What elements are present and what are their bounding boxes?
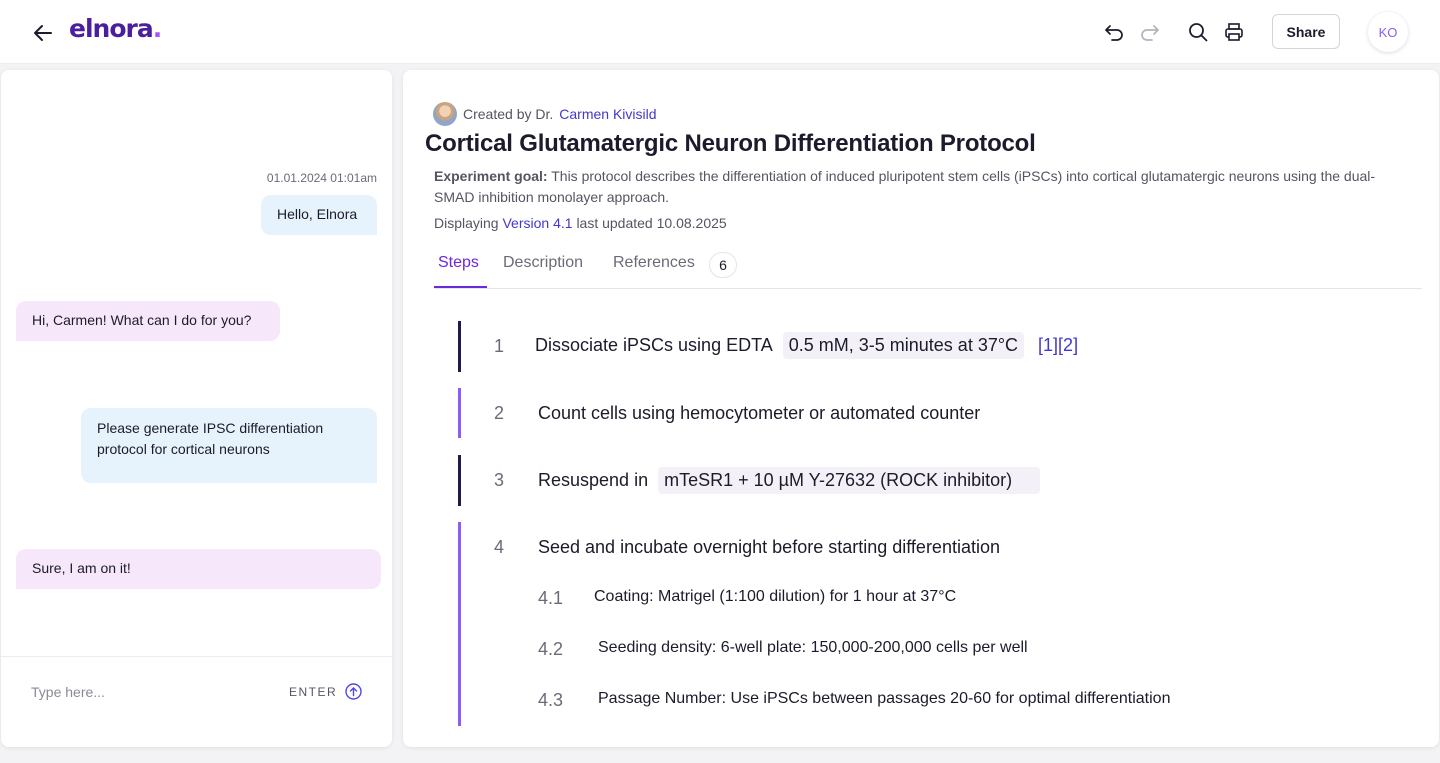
experiment-goal: Experiment goal: This protocol describes…	[434, 166, 1414, 208]
undo-icon[interactable]	[1103, 21, 1125, 43]
enter-label: ENTER	[289, 684, 338, 699]
assistant-message: Sure, I am on it!	[16, 549, 381, 589]
goal-label: Experiment goal:	[434, 168, 548, 184]
version-link[interactable]: Version 4.1	[502, 215, 572, 231]
step-number: 1	[494, 336, 505, 356]
version-info: Displaying Version 4.1 last updated 10.0…	[434, 215, 727, 231]
substep-number: 4.3	[538, 690, 564, 710]
step-bar	[458, 455, 461, 506]
protocol-panel: Created by Dr. Carmen Kivisild Cortical …	[403, 70, 1439, 747]
user-message: Please generate IPSC differentiation pro…	[81, 408, 377, 483]
step-text: Dissociate iPSCs using EDTA	[535, 335, 773, 355]
step-bar	[458, 321, 461, 372]
chat-panel: 01.01.2024 01:01am Hello, Elnora Hi, Car…	[1, 70, 392, 747]
author-link[interactable]: Carmen Kivisild	[559, 106, 656, 122]
protocol-step[interactable]: 1 Dissociate iPSCs using EDTA 0.5 mM, 3-…	[458, 321, 1158, 372]
substep-text[interactable]: Seeding density: 6-well plate: 150,000-2…	[598, 639, 1028, 657]
app-logo[interactable]: elnora.	[69, 14, 162, 43]
protocol-tabs: Steps Description References 6	[434, 252, 1422, 289]
author-avatar	[433, 102, 457, 126]
step-text: Resuspend in	[538, 470, 649, 490]
page-title: Cortical Glutamatergic Neuron Differenti…	[425, 130, 1036, 157]
version-prefix: Displaying	[434, 215, 499, 231]
step-bar	[458, 522, 461, 726]
user-message: Hello, Elnora	[261, 195, 377, 235]
user-avatar[interactable]: KO	[1368, 12, 1408, 52]
step-content: Dissociate iPSCs using EDTA 0.5 mM, 3-5 …	[535, 332, 1078, 359]
step-bar	[458, 388, 461, 438]
redo-icon[interactable]	[1139, 21, 1161, 43]
step-parameter-chip: 0.5 mM, 3-5 minutes at 37°C	[782, 332, 1025, 359]
step-number: 3	[494, 470, 505, 490]
tab-description[interactable]: Description	[503, 254, 583, 272]
step-text: Seed and incubate overnight before start…	[538, 537, 1000, 557]
step-number: 2	[494, 403, 505, 423]
protocol-step[interactable]: 4 Seed and incubate overnight before sta…	[458, 522, 1258, 726]
share-button[interactable]: Share	[1272, 14, 1340, 49]
references-count-badge: 6	[709, 252, 737, 278]
substep-text[interactable]: Passage Number: Use iPSCs between passag…	[598, 690, 1170, 708]
protocol-step[interactable]: 3 Resuspend in mTeSR1 + 10 µM Y-27632 (R…	[458, 455, 1158, 506]
step-content: Count cells using hemocytometer or autom…	[538, 403, 980, 424]
assistant-message: Hi, Carmen! What can I do for you?	[16, 301, 280, 341]
search-icon[interactable]	[1187, 21, 1209, 43]
protocol-step[interactable]: 2 Count cells using hemocytometer or aut…	[458, 388, 1158, 438]
top-bar: elnora. Share KO	[0, 0, 1440, 64]
step-content: Seed and incubate overnight before start…	[538, 537, 1000, 558]
chat-input[interactable]	[31, 681, 251, 703]
print-icon[interactable]	[1223, 21, 1245, 43]
substep-number: 4.2	[538, 639, 564, 659]
version-suffix: last updated 10.08.2025	[576, 215, 727, 231]
protocol-author: Created by Dr. Carmen Kivisild	[433, 102, 657, 126]
arrow-up-circle-icon	[345, 683, 362, 700]
tab-steps[interactable]: Steps	[438, 254, 479, 272]
citation-links[interactable]: [1][2]	[1038, 335, 1078, 356]
step-parameter-chip: mTeSR1 + 10 µM Y-27632 (ROCK inhibitor)	[658, 467, 1041, 494]
substep-number: 4.1	[538, 588, 564, 608]
created-by-label: Created by Dr.	[463, 106, 554, 122]
step-text: Count cells using hemocytometer or autom…	[538, 403, 981, 423]
substep-text[interactable]: Coating: Matrigel (1:100 dilution) for 1…	[594, 588, 956, 606]
active-tab-indicator	[434, 286, 487, 288]
step-number: 4	[494, 537, 505, 557]
back-arrow-icon[interactable]	[30, 20, 56, 46]
goal-text: This protocol describes the differentiat…	[434, 168, 1376, 205]
chat-composer: ENTER	[1, 656, 392, 747]
message-timestamp: 01.01.2024 01:01am	[266, 171, 377, 185]
step-content: Resuspend in mTeSR1 + 10 µM Y-27632 (ROC…	[538, 467, 1041, 494]
send-button[interactable]: ENTER	[289, 683, 362, 700]
tab-references[interactable]: References	[613, 254, 695, 272]
